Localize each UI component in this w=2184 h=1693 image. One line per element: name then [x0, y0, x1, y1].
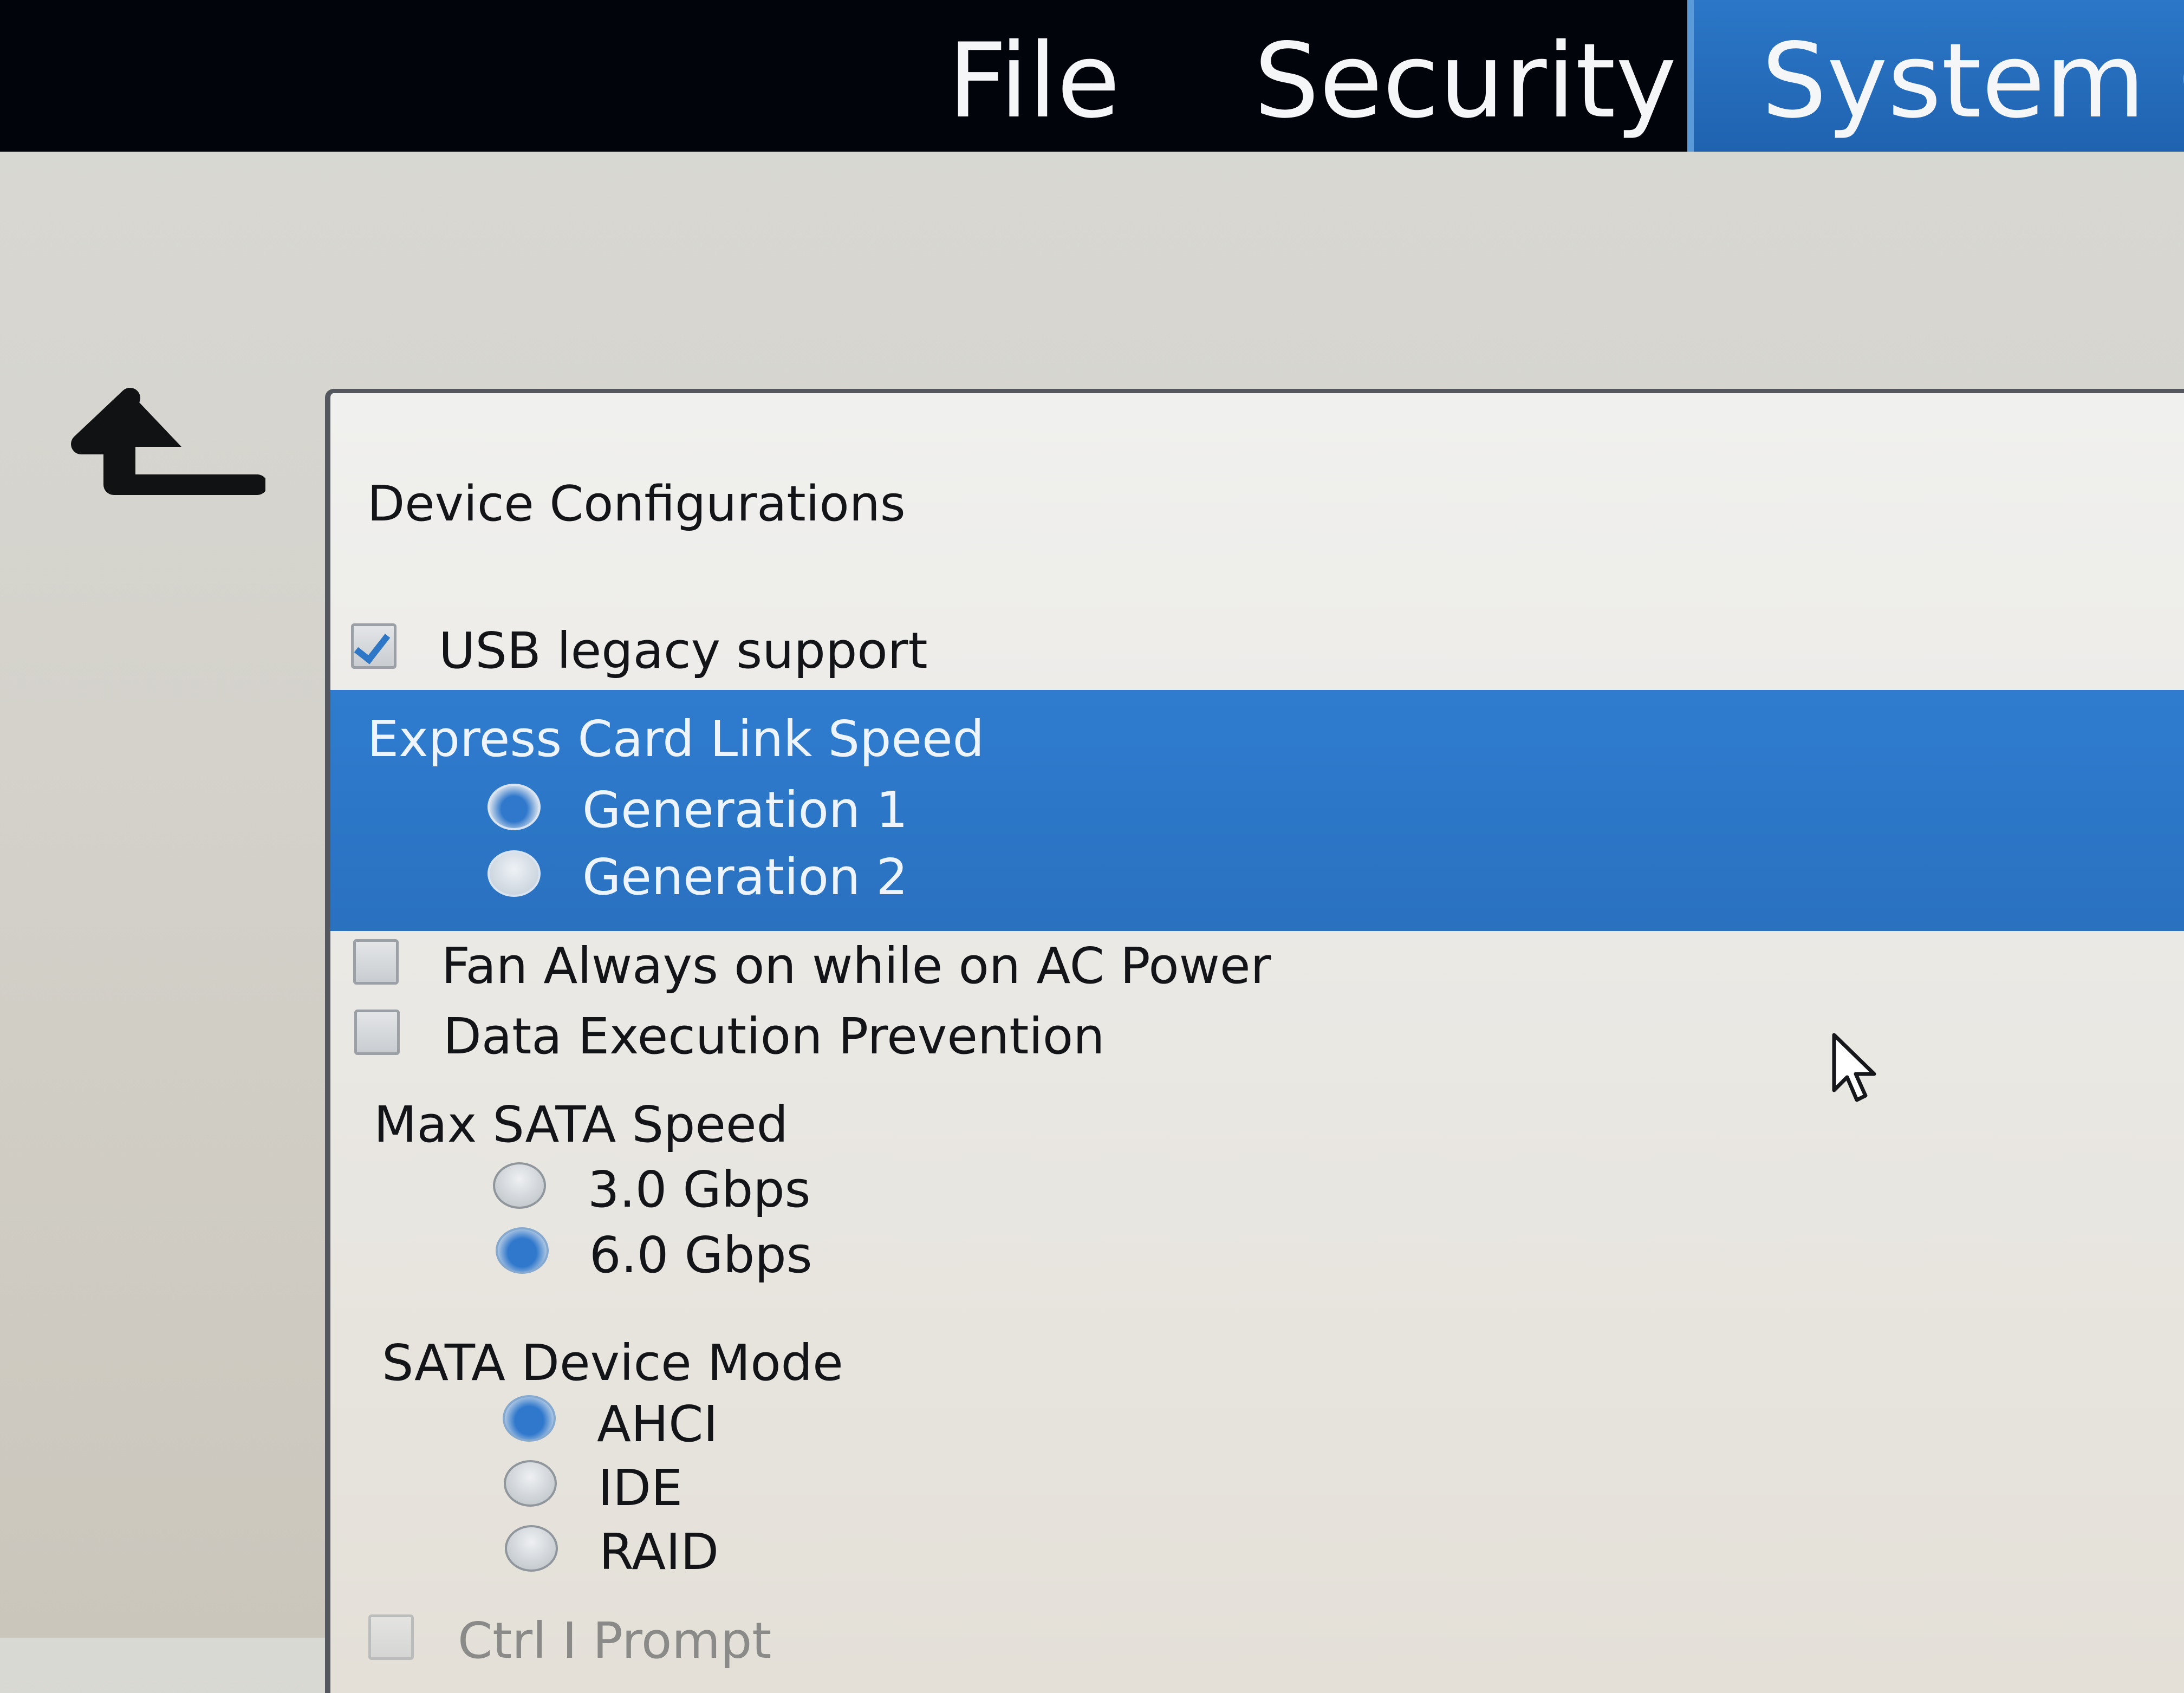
menu-security[interactable]: Security — [1254, 0, 1676, 152]
express-card-link-speed-group[interactable]: Express Card Link Speed Generation 1 Gen… — [330, 690, 2184, 931]
usb-legacy-label[interactable]: USB legacy support — [439, 626, 928, 676]
sata-6gbps-radio[interactable] — [496, 1227, 549, 1274]
sata-6gbps-label[interactable]: 6.0 Gbps — [589, 1230, 812, 1280]
fan-always-on-checkbox[interactable] — [353, 939, 399, 985]
max-sata-speed-label: Max SATA Speed — [374, 1096, 788, 1154]
menu-bar: File Security System Co — [0, 0, 2184, 152]
sata-ahci-radio[interactable] — [503, 1395, 556, 1442]
mouse-pointer-icon — [1832, 1033, 1876, 1102]
fan-always-on-label[interactable]: Fan Always on while on AC Power — [441, 941, 1271, 991]
ctrl-i-prompt-checkbox[interactable] — [368, 1614, 414, 1660]
back-arrow-icon[interactable] — [70, 387, 265, 496]
dep-checkbox[interactable] — [354, 1010, 400, 1055]
sata-raid-label[interactable]: RAID — [599, 1527, 719, 1577]
express-gen2-radio[interactable] — [487, 850, 541, 897]
section-title: Device Configurations — [367, 476, 906, 532]
menu-system-configuration[interactable]: System Co — [1687, 0, 2184, 152]
sata-ide-label[interactable]: IDE — [598, 1463, 682, 1513]
express-gen1-label[interactable]: Generation 1 — [582, 785, 908, 835]
sata-raid-radio[interactable] — [505, 1525, 558, 1572]
usb-legacy-checkbox[interactable] — [351, 623, 396, 669]
menu-file[interactable]: File — [948, 0, 1120, 152]
sata-ahci-label[interactable]: AHCI — [597, 1399, 718, 1449]
express-card-label: Express Card Link Speed — [367, 710, 984, 768]
dep-label[interactable]: Data Execution Prevention — [443, 1012, 1104, 1062]
express-gen2-label[interactable]: Generation 2 — [582, 852, 908, 902]
ctrl-i-prompt-label[interactable]: Ctrl I Prompt — [458, 1616, 771, 1666]
sata-3gbps-radio[interactable] — [493, 1162, 546, 1209]
sata-3gbps-label[interactable]: 3.0 Gbps — [588, 1165, 811, 1215]
device-configurations-panel: Device Configurations USB legacy support… — [325, 389, 2184, 1693]
sata-device-mode-label: SATA Device Mode — [382, 1334, 843, 1392]
express-gen1-radio[interactable] — [487, 784, 541, 830]
sata-ide-radio[interactable] — [504, 1460, 557, 1507]
